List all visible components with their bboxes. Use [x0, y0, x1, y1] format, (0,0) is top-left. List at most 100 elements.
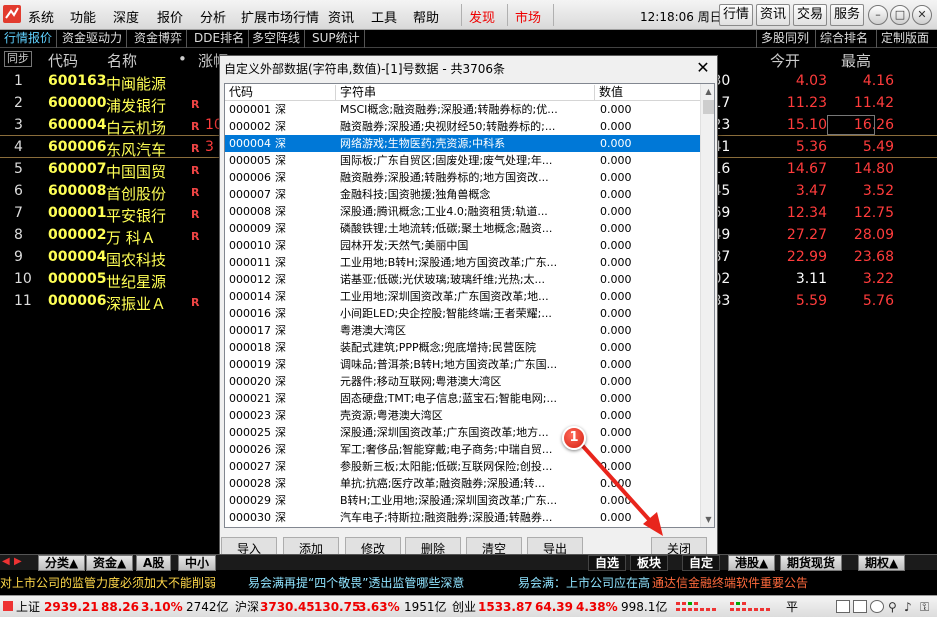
scroll-thumb[interactable]: [703, 100, 714, 114]
tab-hk-stocks[interactable]: 港股▲: [728, 555, 776, 571]
tab-sector[interactable]: 板块: [630, 555, 669, 571]
tab-capital[interactable]: 资金▲: [86, 555, 134, 571]
scroll-up-icon[interactable]: ▲: [701, 84, 714, 99]
list-item[interactable]: 000009 深 磷酸铁锂;土地流转;低碳;聚土地概念;融资... 0.000: [225, 220, 700, 237]
item-market: 深: [275, 205, 286, 218]
tab-sup-stats[interactable]: SUP统计: [308, 30, 365, 48]
list-item[interactable]: 000007 深 金融科技;国资驰援;独角兽概念 0.000: [225, 186, 700, 203]
list-item[interactable]: 000011 深 工业用地;B转H;深股通;地方国资改革;广东... 0.000: [225, 254, 700, 271]
list-item[interactable]: 000030 深 汽车电子;特斯拉;融资融券;深股通;转融券... 0.000: [225, 509, 700, 526]
tab-scroll-left-icon[interactable]: ◀: [2, 556, 10, 567]
menu-quote[interactable]: 报价: [157, 7, 183, 26]
menu-function[interactable]: 功能: [70, 7, 96, 26]
list-item[interactable]: 000008 深 深股通;腾讯概念;工业4.0;融资租赁;轨道... 0.000: [225, 203, 700, 220]
menu-system[interactable]: 系统: [28, 7, 54, 26]
list-item[interactable]: 000001 深 MSCI概念;融资融券;深股通;转融券标的;优... 0.000: [225, 101, 700, 118]
news-item[interactable]: 易会满再提“四个敬畏”透出监管哪些深意: [248, 572, 464, 594]
col-open[interactable]: 今开: [770, 50, 800, 71]
col-code[interactable]: 代码: [48, 50, 78, 71]
list-item[interactable]: 000020 深 元器件;移动互联网;粤港澳大湾区 0.000: [225, 373, 700, 390]
list-col-string[interactable]: 字符串: [336, 85, 595, 101]
volume-icon[interactable]: ♪: [904, 596, 912, 617]
close-icon[interactable]: ✕: [912, 5, 932, 25]
list-item[interactable]: 000016 深 小间距LED;央企控股;智能终端;王者荣耀;... 0.000: [225, 305, 700, 322]
list-item[interactable]: 000017 深 粤港澳大湾区 0.000: [225, 322, 700, 339]
list-item[interactable]: 000029 深 B转H;工业用地;深股通;深圳国资改革;广东... 0.000: [225, 492, 700, 509]
scroll-down-icon[interactable]: ▼: [701, 512, 714, 527]
margin-flag: R: [191, 208, 200, 221]
open-price: 11.23: [786, 95, 827, 111]
list-item[interactable]: 000023 深 壳资源;粤港澳大湾区 0.000: [225, 407, 700, 424]
tab-capital-drive[interactable]: 资金驱动力: [58, 30, 128, 48]
menu-extended-market[interactable]: 扩展市场行情: [241, 7, 319, 26]
tab-a-shares[interactable]: A股: [136, 555, 172, 571]
service-button[interactable]: 服务: [830, 4, 864, 26]
list-item[interactable]: 000004 深 网络游戏;生物医药;壳资源;中科系 0.000: [225, 135, 700, 152]
tab-scroll-right-icon[interactable]: ▶: [14, 556, 22, 567]
cy-index-label[interactable]: 创业: [452, 596, 476, 617]
tab-multi-stock[interactable]: 多股同列: [756, 30, 813, 48]
hs-index-label[interactable]: 沪深: [235, 596, 259, 617]
list-item[interactable]: 000027 深 参股新三板;太阳能;低碳;互联网保险;创投... 0.000: [225, 458, 700, 475]
list-item[interactable]: 000019 深 调味品;普洱茶;B转H;地方国资改革;广东国... 0.000: [225, 356, 700, 373]
tab-quote-list[interactable]: 行情报价: [0, 30, 58, 48]
news-item[interactable]: 对上市公司的监管力度必须加大不能削弱: [0, 572, 216, 594]
menu-discover[interactable]: 发现: [469, 7, 495, 26]
list-item[interactable]: 000028 深 单抗;抗癌;医疗改革;融资融券;深股通;转... 0.000: [225, 475, 700, 492]
tab-composite-rank[interactable]: 综合排名: [815, 30, 872, 48]
item-code: 000023: [229, 409, 271, 422]
sync-status-icon[interactable]: [870, 600, 884, 613]
list-col-code[interactable]: 代码: [225, 85, 336, 101]
maximize-icon[interactable]: □: [890, 5, 910, 25]
col-high[interactable]: 最高: [841, 50, 871, 71]
list-item[interactable]: 000014 深 工业用地;深圳国资改革;广东国资改革;地... 0.000: [225, 288, 700, 305]
col-name[interactable]: 名称: [107, 50, 137, 71]
tab-favorites[interactable]: 自选: [588, 555, 627, 571]
tab-dde-rank[interactable]: DDE排名: [190, 30, 250, 48]
list-item[interactable]: 000010 深 园林开发;天然气;美丽中国 0.000: [225, 237, 700, 254]
trade-button[interactable]: 交易: [793, 4, 827, 26]
sync-button[interactable]: 同步: [4, 51, 32, 67]
quote-button[interactable]: 行情: [719, 4, 753, 26]
tab-options[interactable]: 期权▲: [858, 555, 906, 571]
item-code: 000028: [229, 477, 271, 490]
window-layout-icon[interactable]: [853, 600, 867, 613]
high-price: 11.42: [853, 95, 894, 111]
tab-futures-spot[interactable]: 期货现货: [780, 555, 843, 571]
dialog-close-icon[interactable]: ✕: [693, 58, 713, 78]
tab-custom-layout[interactable]: 定制版面: [876, 30, 933, 48]
menu-analysis[interactable]: 分析: [200, 7, 226, 26]
list-item[interactable]: 000026 深 军工;奢侈品;智能穿戴;电子商务;中瑞自贸... 0.000: [225, 441, 700, 458]
tab-custom[interactable]: 自定: [682, 555, 721, 571]
list-item[interactable]: 000002 深 融资融券;深股通;央视财经50;转融券标的;... 0.000: [225, 118, 700, 135]
item-string: 网络游戏;生物医药;壳资源;中科系: [340, 137, 506, 150]
tab-long-short[interactable]: 多空阵线: [248, 30, 306, 48]
menu-depth[interactable]: 深度: [113, 7, 139, 26]
window-layout-icon[interactable]: [836, 600, 850, 613]
tab-category[interactable]: 分类▲: [38, 555, 86, 571]
item-market: 深: [275, 239, 286, 252]
list-col-value[interactable]: 数值: [595, 85, 700, 101]
tab-capital-game[interactable]: 资金博弈: [130, 30, 188, 48]
menu-help[interactable]: 帮助: [413, 7, 439, 26]
announcement-link[interactable]: 通达信金融终端软件重要公告: [652, 572, 808, 594]
list-item[interactable]: 000012 深 诺基亚;低碳;光伏玻璃;玻璃纤维;光热;太... 0.000: [225, 271, 700, 288]
menu-tools[interactable]: 工具: [371, 7, 397, 26]
menu-news[interactable]: 资讯: [328, 7, 354, 26]
menu-separator: [461, 4, 462, 26]
vertical-scrollbar[interactable]: ▲ ▼: [700, 84, 714, 527]
list-item[interactable]: 000005 深 国际板;广东自贸区;固废处理;废气处理;年... 0.000: [225, 152, 700, 169]
list-item[interactable]: 000021 深 固态硬盘;TMT;电子信息;蓝宝石;智能电网;... 0.000: [225, 390, 700, 407]
item-string: B转H;工业用地;深股通;深圳国资改革;广东...: [340, 494, 558, 507]
menu-market[interactable]: 市场: [515, 7, 541, 26]
list-item[interactable]: 000006 深 融资融券;深股通;转融券标的;地方国资改... 0.000: [225, 169, 700, 186]
news-item[interactable]: 易会满：上市公司应在高: [518, 572, 650, 594]
lock-icon[interactable]: ⚿: [920, 596, 929, 617]
list-item[interactable]: 000018 深 装配式建筑;PPP概念;兜底增持;民营医院 0.000: [225, 339, 700, 356]
list-item[interactable]: 000025 深 深股通;深圳国资改革;广东国资改革;地方... 0.000: [225, 424, 700, 441]
sh-index-label[interactable]: 上证: [16, 596, 40, 617]
minimize-icon[interactable]: –: [868, 5, 888, 25]
item-value: 0.000: [600, 103, 632, 116]
tab-sme[interactable]: 中小: [178, 555, 217, 571]
news-button[interactable]: 资讯: [756, 4, 790, 26]
